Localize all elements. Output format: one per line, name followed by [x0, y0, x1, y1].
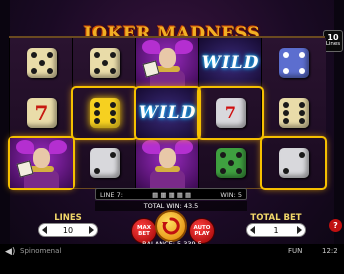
- help-button[interactable]: ?: [329, 219, 342, 232]
- total-bet-label: TOTAL BET: [250, 213, 302, 223]
- dice-icon: 7: [215, 98, 246, 128]
- joker-icon: [136, 38, 199, 88]
- max-bet-line2: BET: [138, 231, 150, 237]
- payline-symbols: ▦ ▦ ▦ ▦ ▦: [152, 191, 192, 199]
- symbol-dice-six: [262, 88, 325, 138]
- reel-1: 7: [9, 38, 73, 188]
- dice-seven-icon: 7: [26, 98, 57, 128]
- symbol-dice-green: [199, 138, 262, 188]
- lines-value: 10: [62, 225, 74, 235]
- joker-icon: [136, 138, 199, 188]
- symbol-joker: [136, 138, 199, 188]
- symbol-wild: WILD: [199, 38, 262, 88]
- seven-label: 7: [34, 101, 49, 125]
- symbol-wild: WILD: [136, 88, 199, 138]
- payline-info: LINE 7: ▦ ▦ ▦ ▦ ▦ WIN: 5: [95, 188, 247, 200]
- dice-icon: [89, 148, 120, 178]
- slot-game: JOKER MADNESS 10 Lines 7 WILD WILD 7 LIN…: [0, 0, 344, 274]
- spin-icon: [162, 217, 180, 235]
- lines-selector[interactable]: 10: [38, 223, 98, 237]
- symbol-dice-two: [262, 138, 325, 188]
- dice-icon: [278, 98, 309, 128]
- clock: 12:2: [322, 247, 338, 255]
- brand-logo: Spinomenal: [20, 247, 62, 255]
- bottom-bar: ◀) Spinomenal FUN 12:2: [0, 244, 344, 274]
- reel-area: 7 WILD WILD 7: [9, 38, 326, 188]
- symbol-dice-five: [10, 38, 73, 88]
- reel-4: WILD 7: [198, 38, 262, 188]
- symbol-seven: 7: [10, 88, 73, 138]
- lines-label: LINES: [54, 213, 82, 223]
- reel-3: WILD: [135, 38, 199, 188]
- symbol-dice-one: 7: [199, 88, 262, 138]
- symbol-dice-six-gold: [73, 88, 136, 138]
- symbol-dice-five: [73, 38, 136, 88]
- lines-indicator-label: Lines: [325, 41, 341, 47]
- symbol-dice-two: [73, 138, 136, 188]
- sound-icon[interactable]: ◀): [5, 247, 15, 257]
- total-bet-value: 1: [273, 225, 279, 235]
- increase-lines-icon[interactable]: [89, 226, 94, 234]
- symbol-joker: [136, 38, 199, 88]
- auto-play-line2: PLAY: [194, 231, 210, 237]
- dice-icon: [26, 48, 57, 78]
- reel-2: [72, 38, 136, 188]
- lines-indicator: 10 Lines: [323, 30, 343, 52]
- payline-win: WIN: 5: [220, 191, 242, 199]
- dice-icon: [278, 48, 309, 78]
- lines-indicator-value: 10: [327, 33, 339, 42]
- total-bet-selector[interactable]: 1: [246, 223, 306, 237]
- gold-dice-icon: [89, 98, 120, 128]
- payline-number: LINE 7:: [100, 191, 123, 199]
- joker-icon: [10, 138, 73, 188]
- symbol-dice-blue: [262, 38, 325, 88]
- increase-bet-icon[interactable]: [297, 226, 302, 234]
- wild-label: WILD: [138, 103, 197, 123]
- spin-button[interactable]: [155, 210, 187, 242]
- dice-icon: [215, 148, 246, 178]
- symbol-joker: [10, 138, 73, 188]
- wild-label: WILD: [201, 53, 260, 73]
- seven-label: 7: [224, 103, 237, 122]
- game-mode: FUN: [288, 247, 303, 255]
- dice-icon: [89, 48, 120, 78]
- reel-5: [261, 38, 326, 188]
- dice-icon: [278, 148, 309, 178]
